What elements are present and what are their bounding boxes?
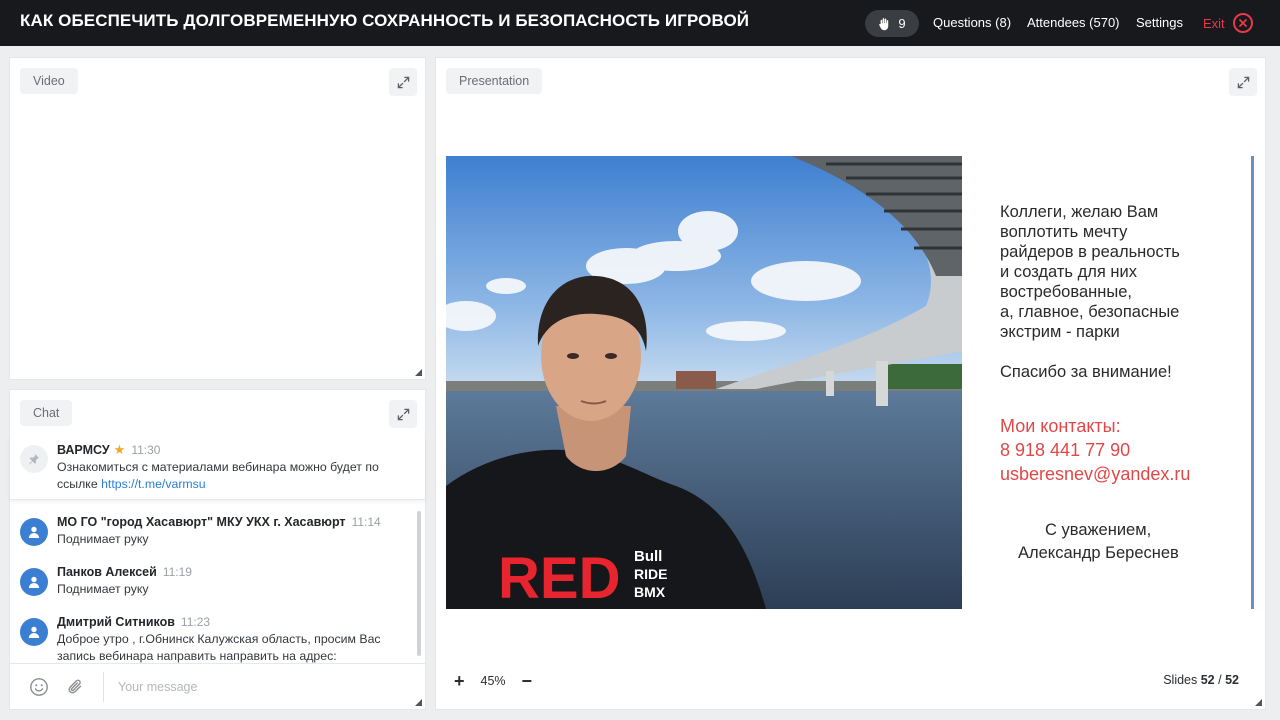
attachment-icon[interactable] (66, 677, 86, 697)
tshirt-logo: RED Bull RIDE BMX (494, 541, 667, 609)
pin-icon (20, 445, 48, 473)
settings-tab[interactable]: Settings (1136, 0, 1183, 46)
chat-composer (10, 663, 425, 709)
expand-icon (1237, 76, 1249, 88)
message-time: 11:23 (180, 615, 211, 629)
slide-separator: / (1218, 673, 1222, 687)
chat-tag: Chat (20, 400, 73, 426)
message-author: Дмитрий Ситников (57, 615, 175, 629)
slide-counter: Slides 52 / 52 (1163, 673, 1239, 687)
message-text: Поднимает руку (57, 582, 149, 596)
chat-message-input[interactable] (118, 674, 398, 700)
pinned-link[interactable]: https://t.me/varmsu (101, 477, 206, 491)
slide-email: usberesnev@yandex.ru (1000, 464, 1191, 484)
chat-message: МО ГО "город Хасавюрт" МКУ УКХ г. Хасавю… (20, 512, 415, 556)
message-text: Доброе утро , г.Обнинск Калужская област… (57, 632, 381, 663)
video-expand-button[interactable] (389, 68, 417, 96)
resize-handle-icon[interactable] (415, 699, 422, 706)
expand-icon (397, 76, 409, 88)
slide-total: 52 (1225, 673, 1239, 687)
raised-hands-count: 9 (898, 16, 906, 31)
composer-divider (103, 672, 104, 702)
exit-label: Exit (1203, 15, 1225, 31)
questions-tab[interactable]: Questions (8) (933, 0, 1011, 46)
presentation-panel: Presentation RED Bull RIDE BMX Коллеги, … (435, 57, 1266, 710)
star-icon: ★ (113, 442, 126, 457)
svg-text:RED: RED (498, 546, 620, 609)
avatar (20, 568, 48, 596)
slide-edge (1251, 156, 1254, 609)
presentation-tag: Presentation (446, 68, 543, 94)
chat-message: Дмитрий Ситников 11:23 Доброе утро , г.Об… (20, 612, 415, 664)
chat-expand-button[interactable] (389, 400, 417, 428)
message-time: 11:19 (162, 565, 192, 579)
attendees-tab[interactable]: Attendees (570) (1027, 0, 1120, 46)
raised-hands-button[interactable]: 9 (865, 10, 919, 37)
zoom-in-button[interactable]: + (454, 672, 465, 690)
user-icon (28, 626, 40, 638)
zoom-controls: + 45% − (454, 671, 532, 691)
slide-contacts-label: Мои контакты: (1000, 416, 1121, 436)
slide-phone: 8 918 441 77 90 (1000, 440, 1131, 460)
close-circle-icon (1232, 13, 1253, 33)
exit-button[interactable]: Exit (1203, 13, 1253, 33)
resize-handle-icon[interactable] (1255, 699, 1262, 706)
message-time: 11:14 (351, 515, 381, 529)
slide-thanks: Спасибо за внимание! (1000, 363, 1172, 381)
pinned-text: Ознакомиться с материалами вебинара можн… (57, 460, 379, 491)
slides-label: Slides (1163, 673, 1198, 687)
resize-handle-icon[interactable] (415, 369, 422, 376)
svg-text:Bull: Bull (634, 548, 662, 565)
chat-panel: Chat ВАРМСУ ★ 11:30 Ознакомиться с материа… (9, 389, 426, 710)
video-panel: Video (9, 57, 426, 380)
pinned-author: ВАРМСУ (57, 443, 110, 457)
top-bar: КАК ОБЕСПЕЧИТЬ ДОЛГОВРЕМЕННУЮ СОХРАННОСТ… (0, 0, 1280, 46)
pinned-time: 11:30 (131, 443, 161, 457)
message-text: Поднимает руку (57, 532, 149, 546)
slide-regards: С уважением, (1045, 521, 1152, 539)
webinar-title: КАК ОБЕСПЕЧИТЬ ДОЛГОВРЕМЕННУЮ СОХРАННОСТ… (20, 11, 750, 30)
slide-current: 52 (1200, 673, 1215, 687)
zoom-out-button[interactable]: − (522, 672, 533, 690)
chat-scrollbar[interactable] (417, 511, 421, 656)
slide-wish-text: Коллеги, желаю Вам воплотить мечту райде… (1000, 203, 1180, 341)
message-author: МО ГО "город Хасавюрт" МКУ УКХ г. Хасавю… (57, 515, 346, 529)
svg-text:RIDE: RIDE (634, 566, 667, 582)
svg-text:BMX: BMX (634, 584, 666, 600)
pinned-message: ВАРМСУ ★ 11:30 Ознакомиться с материалами … (10, 436, 425, 500)
slide-author: Александр Береснев (1018, 544, 1179, 562)
zoom-level: 45% (480, 674, 506, 688)
presentation-slide: RED Bull RIDE BMX Коллеги, желаю Вам воп… (446, 156, 1254, 609)
presentation-expand-button[interactable] (1229, 68, 1257, 96)
hand-icon (879, 17, 889, 30)
avatar (20, 518, 48, 546)
avatar (20, 618, 48, 646)
user-icon (28, 526, 40, 538)
user-icon (28, 576, 40, 588)
message-author: Панков Алексей (57, 565, 157, 579)
expand-icon (397, 408, 409, 420)
emoji-icon[interactable] (29, 677, 49, 697)
slide-photo: RED Bull RIDE BMX (446, 156, 962, 609)
chat-message: Панков Алексей 11:19 Поднимает руку (20, 562, 415, 606)
video-tag: Video (20, 68, 78, 94)
